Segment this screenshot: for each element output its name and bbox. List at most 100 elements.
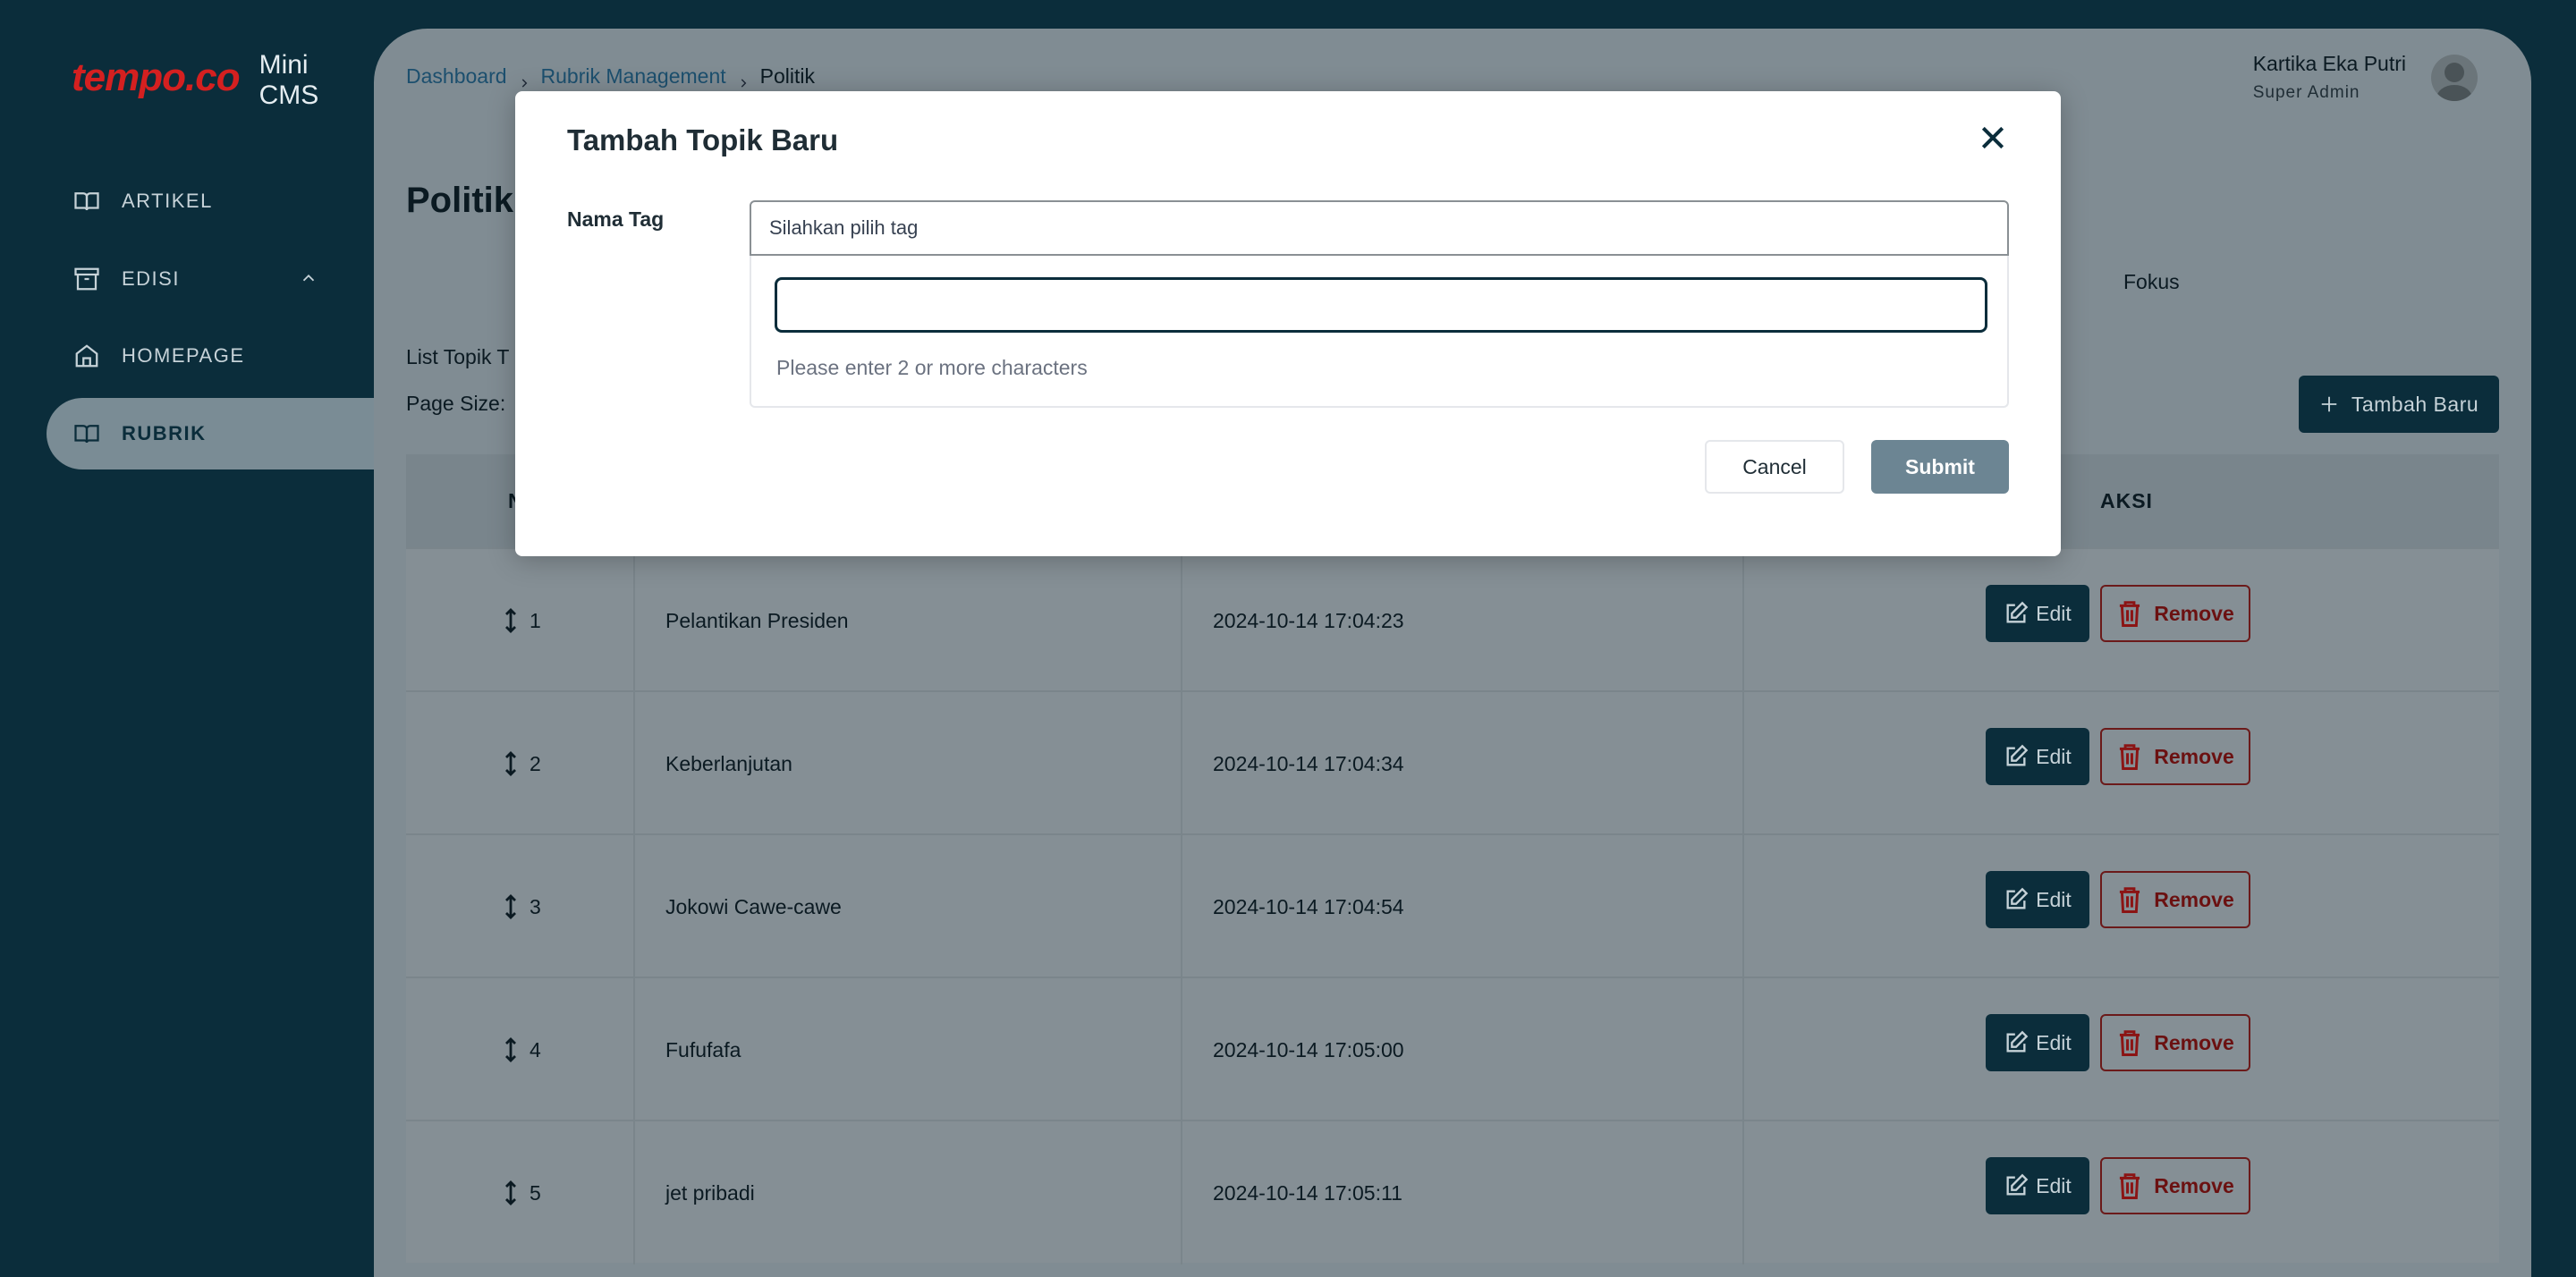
edit-label: Edit [2036, 1173, 2072, 1197]
row-number: 3 [530, 894, 541, 918]
trash-icon [2120, 601, 2140, 628]
user-info: Kartika Eka Putri Super Admin [2253, 52, 2406, 103]
remove-button[interactable]: Remove [2100, 1157, 2250, 1214]
remove-label: Remove [2154, 1030, 2234, 1054]
table-body: 1 Pelantikan Presiden 2024-10-14 17:04:2… [406, 547, 2499, 1264]
breadcrumb: Dashboard Rubrik Management Politik [406, 64, 815, 89]
edit-button[interactable]: Edit [1986, 1014, 2089, 1071]
app-name: Mini CMS [258, 50, 319, 110]
sidebar-item-homepage[interactable]: HOMEPAGE [47, 320, 374, 392]
sidebar-item-label: ARTIKEL [122, 190, 213, 212]
remove-label: Remove [2154, 887, 2234, 911]
remove-button[interactable]: Remove [2100, 1014, 2250, 1071]
row-number: 1 [530, 608, 541, 632]
column-divider [1181, 1121, 1182, 1264]
row-created-at: 2024-10-14 17:04:23 [1213, 608, 1404, 632]
trash-icon [2120, 887, 2140, 914]
sidebar: tempo.co Mini CMS ARTIKEL EDISI HOMEPAGE… [0, 0, 374, 1277]
trash-icon [2120, 1173, 2140, 1200]
row-number-cell: 5 [503, 1121, 541, 1264]
archive-icon [73, 266, 100, 292]
edit-icon [2006, 601, 2029, 623]
tag-select-placeholder: Silahkan pilih tag [769, 216, 919, 239]
topic-table: N AKSI 1 Pelantikan Presiden 2024-10-14 … [406, 454, 2499, 1264]
user-role: Super Admin [2252, 83, 2360, 102]
remove-button[interactable]: Remove [2100, 728, 2250, 785]
user-name: Kartika Eka Putri [2252, 52, 2406, 75]
column-divider [633, 1121, 635, 1264]
remove-button[interactable]: Remove [2100, 585, 2250, 642]
breadcrumb-politik: Politik [759, 64, 815, 88]
search-hint: Please enter 2 or more characters [776, 356, 1088, 379]
sidebar-item-rubrik[interactable]: RUBRIK [47, 398, 374, 469]
tab-fokus[interactable]: Fokus [2123, 270, 2180, 294]
column-divider [633, 835, 635, 978]
row-created-at: 2024-10-14 17:05:11 [1213, 1180, 1402, 1205]
book-icon [73, 188, 100, 215]
row-topic-name: jet pribadi [665, 1180, 755, 1205]
column-divider [1742, 692, 1744, 835]
user-menu[interactable]: Kartika Eka Putri Super Admin [2253, 52, 2478, 103]
page-size-label: Page Size: [406, 392, 506, 415]
home-icon [73, 343, 100, 369]
column-divider [1742, 978, 1744, 1121]
column-divider [1181, 835, 1182, 978]
column-divider [1742, 1121, 1744, 1264]
add-new-button[interactable]: Tambah Baru [2299, 376, 2499, 433]
add-new-label: Tambah Baru [2351, 392, 2479, 416]
cancel-button[interactable]: Cancel [1705, 440, 1844, 494]
drag-handle-icon[interactable] [503, 1036, 519, 1063]
edit-icon [2006, 1173, 2029, 1196]
edit-button[interactable]: Edit [1986, 871, 2089, 928]
edit-label: Edit [2036, 601, 2072, 625]
sidebar-item-artikel[interactable]: ARTIKEL [47, 165, 374, 237]
row-created-at: 2024-10-14 17:05:00 [1213, 1037, 1404, 1061]
edit-icon [2006, 1030, 2029, 1053]
drag-handle-icon[interactable] [503, 607, 519, 634]
table-row: 2 Keberlanjutan 2024-10-14 17:04:34 Edit… [406, 690, 2499, 835]
modal-title: Tambah Topik Baru [567, 123, 839, 156]
column-divider [1181, 692, 1182, 835]
row-number: 2 [530, 751, 541, 775]
table-row: 4 Fufufafa 2024-10-14 17:05:00 Edit Remo… [406, 977, 2499, 1121]
drag-handle-icon[interactable] [503, 893, 519, 920]
tag-select[interactable]: Silahkan pilih tag [750, 200, 2009, 256]
column-divider [1181, 549, 1182, 692]
column-divider [1742, 835, 1744, 978]
column-divider [1181, 978, 1182, 1121]
row-number-cell: 4 [503, 978, 541, 1121]
row-topic-name: Fufufafa [665, 1037, 741, 1061]
row-number: 5 [530, 1180, 541, 1205]
breadcrumb-dashboard[interactable]: Dashboard [406, 64, 507, 89]
remove-label: Remove [2154, 744, 2234, 768]
brand[interactable]: tempo.co Mini CMS [72, 45, 374, 111]
row-topic-name: Pelantikan Presiden [665, 608, 849, 632]
close-icon[interactable] [1979, 123, 2007, 152]
plus-icon [2321, 396, 2337, 412]
drag-handle-icon[interactable] [503, 1180, 519, 1206]
column-divider [633, 549, 635, 692]
remove-button[interactable]: Remove [2100, 871, 2250, 928]
tag-search-input[interactable] [775, 277, 1987, 333]
row-topic-name: Keberlanjutan [665, 751, 792, 775]
edit-button[interactable]: Edit [1986, 728, 2089, 785]
trash-icon [2120, 744, 2140, 771]
chevron-right-icon [518, 71, 530, 88]
add-topic-modal: Tambah Topik Baru Nama Tag Silahkan pili… [515, 91, 2061, 556]
book-icon [73, 420, 100, 447]
row-created-at: 2024-10-14 17:04:54 [1213, 894, 1404, 918]
edit-button[interactable]: Edit [1986, 1157, 2089, 1214]
edit-button[interactable]: Edit [1986, 585, 2089, 642]
chevron-up-icon[interactable] [299, 268, 318, 288]
edit-label: Edit [2036, 744, 2072, 768]
breadcrumb-rubrik-management[interactable]: Rubrik Management [541, 64, 726, 89]
edit-icon [2006, 887, 2029, 909]
submit-button[interactable]: Submit [1871, 440, 2009, 494]
drag-handle-icon[interactable] [503, 750, 519, 777]
edit-label: Edit [2036, 1030, 2072, 1054]
avatar[interactable] [2431, 54, 2478, 101]
nama-tag-label: Nama Tag [567, 207, 665, 231]
sidebar-item-edisi[interactable]: EDISI [47, 243, 374, 315]
column-divider [633, 692, 635, 835]
tag-dropdown: Please enter 2 or more characters [750, 256, 2009, 408]
